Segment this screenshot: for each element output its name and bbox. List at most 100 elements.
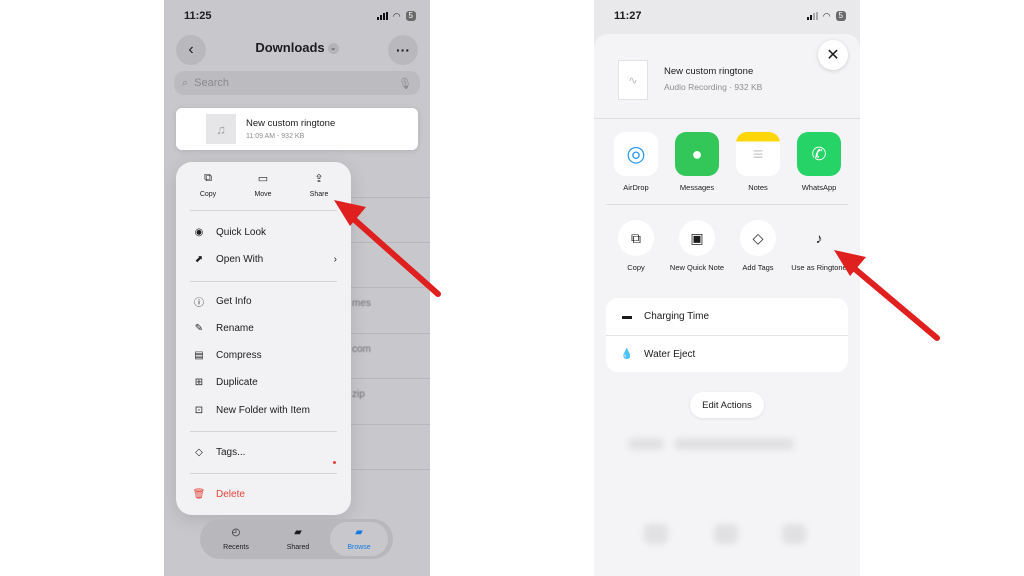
audio-file-icon: ∿ bbox=[618, 60, 648, 100]
chevron-right-icon: › bbox=[333, 253, 337, 265]
action-add-tags[interactable]: ◇ Add Tags bbox=[730, 220, 786, 273]
status-time: 11:27 bbox=[614, 10, 642, 22]
context-menu: ⧉ Copy ▭ Move ⇪ Share ◉ Quick Look ⬈ Open … bbox=[176, 162, 351, 515]
status-time: 11:25 bbox=[184, 10, 212, 22]
action-new-quick-note[interactable]: ▣ New Quick Note bbox=[669, 220, 725, 273]
shortcut-charging-time[interactable]: ▬ Charging Time bbox=[606, 298, 848, 335]
wifi-icon: ◠ bbox=[392, 10, 401, 21]
share-button[interactable]: ⇪ Share bbox=[299, 172, 339, 198]
archive-icon: ▤ bbox=[194, 349, 204, 361]
action-use-as-ringtone[interactable]: ♪ Use as Ringtone bbox=[791, 220, 847, 273]
file-name: New custom ringtone bbox=[246, 118, 336, 129]
share-file-title: New custom ringtone bbox=[664, 66, 754, 77]
music-note-icon: ♪ bbox=[815, 229, 823, 246]
menu-item-compress[interactable]: ▤ Compress bbox=[192, 346, 337, 364]
pencil-icon: ✎ bbox=[194, 322, 204, 334]
selected-file-card[interactable]: ♫ New custom ringtone 11:09 AM - 932 KB bbox=[176, 108, 418, 150]
folder-icon: ▭ bbox=[257, 173, 269, 185]
menu-item-duplicate[interactable]: ⊞ Duplicate bbox=[192, 373, 337, 391]
share-app-notes[interactable]: ≡ Notes bbox=[732, 132, 784, 192]
blurred-content bbox=[644, 524, 668, 544]
clock-icon: ◴ bbox=[231, 527, 241, 538]
share-app-whatsapp[interactable]: ✆ WhatsApp bbox=[793, 132, 845, 192]
status-bar: 11:27 ◠ 5 bbox=[594, 0, 860, 34]
airdrop-icon: ◎ bbox=[614, 132, 658, 176]
wifi-icon: ◠ bbox=[822, 10, 831, 21]
microphone-icon[interactable]: 🎙 bbox=[398, 77, 412, 90]
ellipsis-icon: ··· bbox=[396, 42, 410, 58]
shared-folder-icon: ▰ bbox=[294, 527, 302, 538]
trash-icon: 🗑 bbox=[192, 488, 206, 500]
tab-bar: ◴ Recents ▰ Shared ▰ Browse bbox=[200, 519, 393, 559]
menu-item-new-folder-with-item[interactable]: ⊡ New Folder with Item bbox=[192, 401, 337, 419]
share-sheet: ✕ ∿ New custom ringtone Audio Recording … bbox=[594, 34, 860, 576]
whatsapp-icon: ✆ bbox=[797, 132, 841, 176]
annotation-arrows bbox=[334, 200, 940, 341]
menu-item-open-with[interactable]: ⬈ Open With › bbox=[192, 250, 337, 268]
copy-icon: ⧉ bbox=[618, 220, 654, 256]
share-icon: ⇪ bbox=[314, 173, 324, 185]
blurred-content bbox=[782, 524, 806, 544]
battery-icon: 5 bbox=[405, 11, 416, 21]
signal-icon bbox=[806, 12, 818, 20]
tag-color-dot bbox=[333, 461, 336, 464]
chevron-down-icon: ⌄ bbox=[327, 43, 339, 55]
close-button[interactable]: ✕ bbox=[818, 40, 848, 70]
tab-browse[interactable]: ▰ Browse bbox=[331, 525, 387, 551]
messages-icon: ● bbox=[675, 132, 719, 176]
tag-icon: ◇ bbox=[740, 220, 776, 256]
tab-shared[interactable]: ▰ Shared bbox=[270, 525, 326, 551]
blurred-content bbox=[628, 438, 664, 450]
battery-icon: ▬ bbox=[622, 311, 632, 322]
menu-item-get-info[interactable]: ⓘ Get Info bbox=[192, 292, 337, 310]
background-list-text: mes bbox=[352, 298, 371, 309]
eye-icon: ◉ bbox=[194, 226, 204, 238]
quick-note-icon: ▣ bbox=[679, 220, 715, 256]
menu-separator bbox=[190, 281, 337, 282]
menu-separator bbox=[190, 210, 337, 211]
duplicate-icon: ⊞ bbox=[194, 376, 204, 388]
notes-icon: ≡ bbox=[736, 132, 780, 176]
folder-icon: ▰ bbox=[355, 527, 363, 538]
action-copy[interactable]: ⧉ Copy bbox=[608, 220, 664, 273]
share-app-messages[interactable]: ● Messages bbox=[671, 132, 723, 192]
new-folder-icon: ⊡ bbox=[194, 404, 204, 416]
sheet-divider bbox=[594, 118, 860, 119]
menu-item-rename[interactable]: ✎ Rename bbox=[192, 319, 337, 337]
tab-recents[interactable]: ◴ Recents bbox=[208, 525, 264, 551]
battery-icon: 5 bbox=[835, 11, 846, 21]
files-app-screen: 11:25 ◠ 5 ‹ Downloads ⌄ ··· ⌕ Search 🎙 me… bbox=[164, 0, 430, 576]
shortcuts-list: ▬ Charging Time 💧 Water Eject bbox=[606, 298, 848, 372]
share-file-subtitle: Audio Recording · 932 KB bbox=[664, 82, 763, 92]
copy-button[interactable]: ⧉ Copy bbox=[188, 172, 228, 198]
search-placeholder: Search bbox=[194, 77, 230, 89]
share-sheet-screen: 11:27 ◠ 5 ✕ ∿ New custom ringtone Audio … bbox=[594, 0, 860, 576]
menu-item-quick-look[interactable]: ◉ Quick Look bbox=[192, 223, 337, 241]
share-app-airdrop[interactable]: ◎ AirDrop bbox=[610, 132, 662, 192]
menu-separator bbox=[190, 431, 337, 432]
context-menu-top-actions: ⧉ Copy ▭ Move ⇪ Share bbox=[176, 162, 351, 208]
blurred-content bbox=[674, 438, 794, 450]
copy-icon: ⧉ bbox=[204, 172, 212, 184]
info-icon: ⓘ bbox=[194, 297, 204, 309]
search-icon: ⌕ bbox=[182, 76, 189, 89]
menu-separator bbox=[190, 473, 337, 474]
move-button[interactable]: ▭ Move bbox=[243, 172, 283, 198]
background-list-text: com bbox=[352, 344, 371, 355]
close-icon: ✕ bbox=[826, 47, 840, 64]
menu-item-delete[interactable]: 🗑 Delete bbox=[192, 485, 337, 503]
file-meta: 11:09 AM - 932 KB bbox=[246, 133, 305, 140]
audio-file-icon: ♫ bbox=[206, 114, 236, 144]
shortcut-water-eject[interactable]: 💧 Water Eject bbox=[606, 336, 848, 373]
search-field[interactable]: ⌕ Search 🎙 bbox=[174, 71, 420, 95]
tag-icon: ◇ bbox=[195, 446, 203, 458]
edit-actions-button[interactable]: Edit Actions bbox=[690, 392, 764, 418]
open-with-icon: ⬈ bbox=[194, 253, 204, 265]
blurred-content bbox=[714, 524, 738, 544]
menu-item-tags[interactable]: ◇ Tags... bbox=[192, 443, 337, 461]
background-list-text: zip bbox=[352, 389, 365, 400]
more-button[interactable]: ··· bbox=[388, 35, 418, 65]
status-bar: 11:25 ◠ 5 bbox=[164, 0, 430, 34]
water-drop-icon: 💧 bbox=[620, 349, 634, 360]
sheet-divider bbox=[606, 204, 848, 205]
